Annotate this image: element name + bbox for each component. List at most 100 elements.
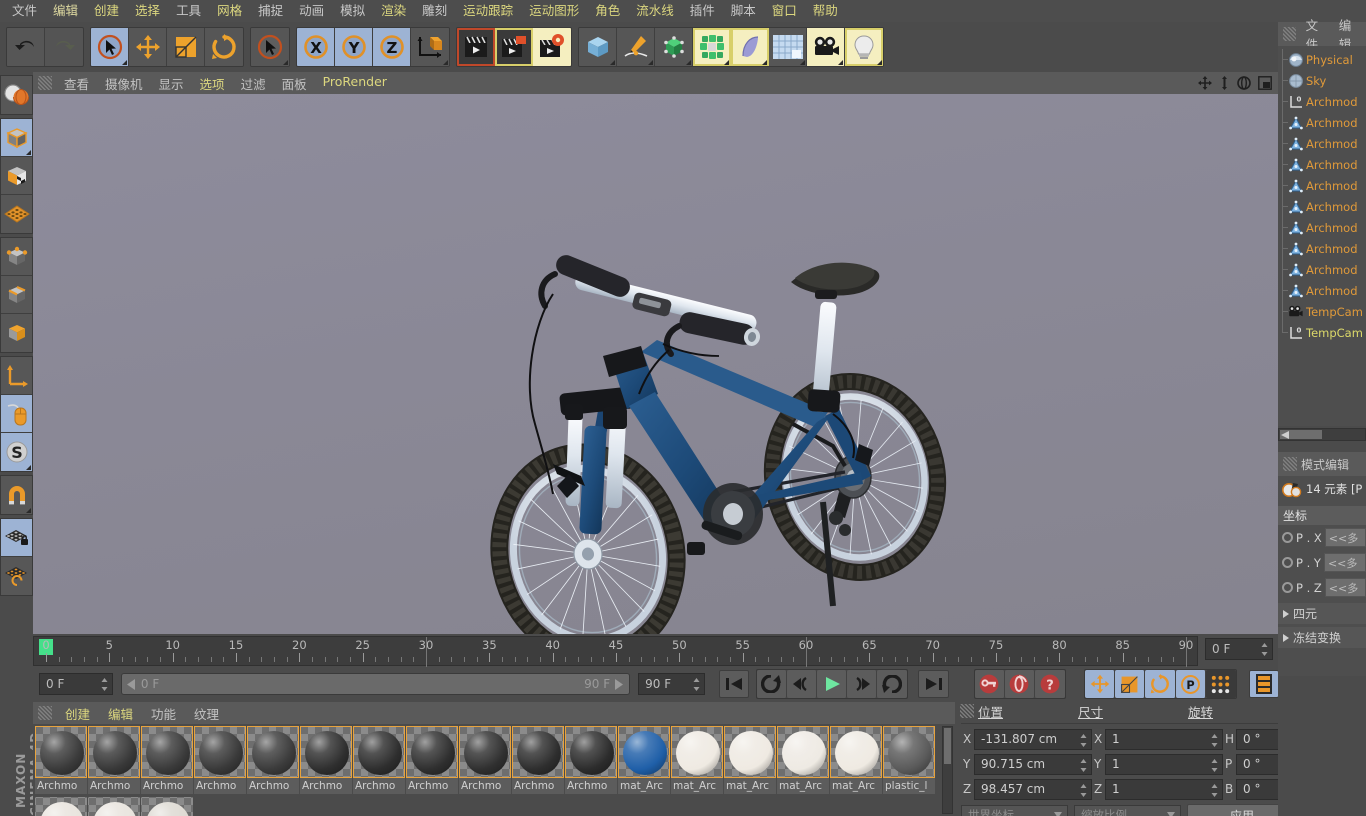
material-swatch[interactable] (618, 726, 670, 778)
viewport-menu-0[interactable]: 查看 (56, 74, 97, 93)
material-swatch[interactable] (724, 726, 776, 778)
material-swatch[interactable] (194, 726, 246, 778)
material-cell[interactable]: mat_Arc (724, 726, 776, 796)
add-light-button[interactable] (845, 28, 883, 66)
parameter-key-button[interactable]: P (1175, 670, 1206, 698)
start-frame-field[interactable]: 0 F (39, 673, 113, 695)
viewport-menu-4[interactable]: 过滤 (233, 74, 274, 93)
object-manager-row[interactable]: Archmod (1278, 112, 1366, 133)
material-cell[interactable]: Archmo (512, 726, 564, 796)
size-field-z[interactable]: 1 (1105, 778, 1223, 800)
object-manager-hscrollbar[interactable] (1278, 428, 1366, 441)
material-cell[interactable]: mat (88, 797, 140, 816)
menu-item-12[interactable]: 运动图形 (521, 0, 587, 22)
polygon-mode-button[interactable] (1, 314, 32, 352)
material-swatch[interactable] (35, 726, 87, 778)
material-swatch[interactable] (353, 726, 405, 778)
edge-mode-button[interactable] (1, 276, 32, 314)
material-cell[interactable]: Archmo (141, 726, 193, 796)
current-frame-field[interactable]: 0 F (1205, 638, 1273, 660)
object-manager-grip-icon[interactable] (1283, 27, 1296, 41)
object-manager-row[interactable]: Archmod (1278, 217, 1366, 238)
move-button[interactable] (129, 28, 167, 66)
attribute-menu-0[interactable]: 模式 (1301, 456, 1325, 473)
object-manager-row[interactable]: Archmod (1278, 280, 1366, 301)
menu-item-13[interactable]: 角色 (587, 0, 628, 22)
scroll-left-arrow-icon[interactable] (1281, 431, 1289, 439)
attribute-menu-1[interactable]: 编辑 (1325, 456, 1349, 473)
object-manager-row[interactable]: Archmod (1278, 259, 1366, 280)
lock-workplane-button[interactable] (1, 519, 32, 557)
material-cell[interactable]: Archmo (247, 726, 299, 796)
object-manager-row[interactable]: Archmod (1278, 196, 1366, 217)
property-value-field[interactable]: <<多 (1324, 528, 1366, 547)
menu-item-1[interactable]: 编辑 (45, 0, 86, 22)
add-cube-button[interactable] (579, 28, 617, 66)
texture-mode-button[interactable] (1, 157, 32, 195)
material-cell[interactable]: plastic_l (883, 726, 935, 796)
spinner-icon[interactable] (1080, 758, 1087, 772)
maximize-view-icon[interactable] (1258, 76, 1272, 90)
material-cell[interactable]: mat_Arc (777, 726, 829, 796)
previous-key-button[interactable] (756, 670, 787, 698)
material-cell[interactable]: Archmo (565, 726, 617, 796)
material-cell[interactable]: Archmo (35, 726, 87, 796)
viewport-menu-3[interactable]: 选项 (192, 74, 233, 93)
object-manager-row[interactable]: 0 TempCam (1278, 322, 1366, 343)
material-cell[interactable]: Archmo (88, 726, 140, 796)
undo-button[interactable] (7, 28, 45, 66)
material-swatch[interactable] (247, 726, 299, 778)
spinner-icon[interactable] (1211, 783, 1218, 797)
pan-view-icon[interactable] (1219, 76, 1230, 90)
material-swatch[interactable] (406, 726, 458, 778)
material-cell[interactable]: mat_Arc (830, 726, 882, 796)
position-key-button[interactable] (1085, 670, 1116, 698)
menu-item-6[interactable]: 捕捉 (250, 0, 291, 22)
menu-item-4[interactable]: 工具 (168, 0, 209, 22)
object-manager-row[interactable]: Archmod (1278, 175, 1366, 196)
select-tool-button[interactable] (251, 28, 289, 66)
material-swatch[interactable] (777, 726, 829, 778)
material-cell[interactable]: Archmo (353, 726, 405, 796)
property-radio[interactable] (1282, 557, 1293, 568)
material-swatch[interactable] (88, 797, 140, 816)
add-camera-button[interactable] (807, 28, 845, 66)
menu-item-0[interactable]: 文件 (4, 0, 45, 22)
spinner-icon[interactable] (1080, 783, 1087, 797)
render-settings-button[interactable] (533, 28, 571, 66)
scale-button[interactable] (167, 28, 205, 66)
material-menu-1[interactable]: 编辑 (99, 704, 142, 723)
end-frame-field[interactable]: 90 F (638, 673, 705, 695)
planar-workplane-button[interactable] (1, 557, 32, 595)
object-axis-button[interactable] (1, 357, 32, 395)
add-spline-button[interactable] (617, 28, 655, 66)
menu-item-3[interactable]: 选择 (127, 0, 168, 22)
add-environment-button[interactable] (769, 28, 807, 66)
material-cell[interactable]: Archmo (194, 726, 246, 796)
object-manager-row[interactable]: Archmod (1278, 238, 1366, 259)
material-menu-0[interactable]: 创建 (56, 704, 99, 723)
material-swatch[interactable] (300, 726, 352, 778)
spinner-icon[interactable] (693, 678, 700, 691)
preview-range-slider[interactable]: 0 F 90 F (120, 673, 631, 695)
object-manager-row[interactable]: Archmod (1278, 154, 1366, 175)
menu-item-15[interactable]: 插件 (682, 0, 723, 22)
material-menu-3[interactable]: 纹理 (185, 704, 228, 723)
lock-z-button[interactable]: Z (373, 28, 411, 66)
material-cell[interactable]: Archmo (300, 726, 352, 796)
material-swatch[interactable] (141, 797, 193, 816)
material-grid[interactable]: Archmo Archmo Archmo Archmo Archmo Archmo Arch… (33, 724, 943, 816)
step-forward-button[interactable] (847, 670, 878, 698)
material-swatch[interactable] (830, 726, 882, 778)
range-left-handle-icon[interactable] (126, 678, 136, 690)
model-mode-button[interactable] (1, 119, 32, 157)
lock-x-button[interactable]: X (297, 28, 335, 66)
add-deformer-button[interactable] (731, 28, 769, 66)
viewport-menu-2[interactable]: 显示 (151, 74, 192, 93)
size-field-y[interactable]: 1 (1105, 753, 1223, 775)
material-swatch[interactable] (88, 726, 140, 778)
object-manager-row[interactable]: Archmod (1278, 133, 1366, 154)
lock-y-button[interactable]: Y (335, 28, 373, 66)
property-radio[interactable] (1282, 532, 1293, 543)
viewport-menu-1[interactable]: 摄像机 (97, 74, 151, 93)
